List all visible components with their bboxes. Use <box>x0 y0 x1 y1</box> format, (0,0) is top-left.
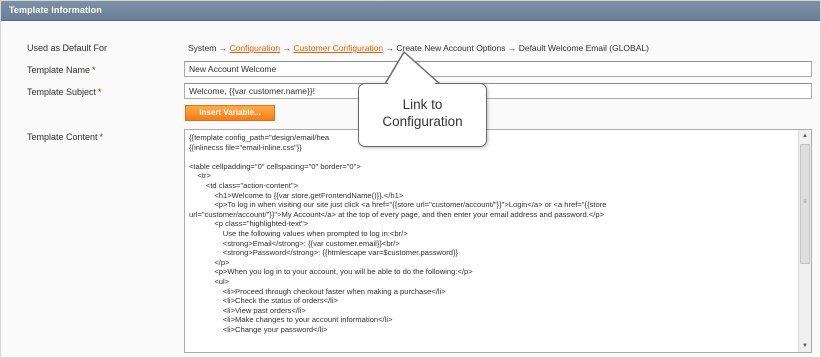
configuration-link[interactable]: Configuration <box>230 43 281 53</box>
insert-variable-button[interactable]: Insert Variable... <box>185 105 275 121</box>
callout-box: Link to Configuration <box>358 83 487 147</box>
template-content-label-text: Template Content <box>27 132 98 142</box>
textarea-scrollbar[interactable]: ▲ ≡ ▼ <box>798 130 811 352</box>
code-line: <li>Check the status of orders</li> <box>189 296 338 306</box>
path-prefix: System → <box>188 43 230 53</box>
template-name-label-text: Template Name <box>27 65 91 75</box>
template-content-textarea[interactable]: {{template config_path="design/email/hea… <box>184 129 812 353</box>
template-information-panel: Template Information Used as Default For… <box>0 0 821 358</box>
code-line: {{template config_path="design/email/hea <box>189 133 330 142</box>
code-line: <p>To log in when visiting our site just… <box>189 200 607 210</box>
customer-configuration-link[interactable]: Customer Configuration <box>293 43 383 53</box>
scroll-down-arrow-icon[interactable]: ▼ <box>799 340 811 352</box>
code-line: <li>Proceed through checkout faster when… <box>189 286 446 296</box>
path-suffix: → Create New Account Options → Default W… <box>383 43 649 53</box>
code-line: url="customer/account/"}}">My Account</a… <box>189 209 605 219</box>
required-mark: * <box>98 87 102 97</box>
code-line: <table cellpadding="0" cellspacing="0" b… <box>189 161 361 171</box>
path-separator: → <box>280 43 294 53</box>
template-name-input[interactable]: New Account Welcome <box>184 61 812 77</box>
template-subject-label: Template Subject * <box>27 87 102 97</box>
code-line: <p>When you log in to your account, you … <box>189 267 473 277</box>
code-line: <strong>Email</strong>: {{var customer.e… <box>189 238 400 248</box>
code-line: <tr> <box>189 171 211 181</box>
required-mark: * <box>99 132 104 142</box>
code-line: Use the following values when prompted t… <box>189 228 408 238</box>
callout-line2: Configuration <box>382 114 463 129</box>
template-subject-label-text: Template Subject <box>27 87 97 97</box>
template-content-code: {{template config_path="design/email/hea… <box>189 133 795 334</box>
default-path: System → Configuration → Customer Config… <box>188 43 649 53</box>
code-line: <strong>Password</strong>: {{htmlescape … <box>189 248 459 258</box>
panel-header: Template Information <box>1 1 820 21</box>
panel-title: Template Information <box>9 5 102 15</box>
required-mark: * <box>92 65 96 75</box>
callout-line1: Link to <box>402 97 443 112</box>
template-content-label: Template Content * <box>27 132 103 142</box>
template-name-label: Template Name * <box>27 65 96 75</box>
code-line: <ul> <box>189 276 230 286</box>
code-line: </p> <box>189 257 230 267</box>
code-line: <p class="highlighted-text"> <box>189 219 309 229</box>
scroll-up-arrow-icon[interactable]: ▲ <box>799 130 811 142</box>
scroll-thumb[interactable]: ≡ <box>800 144 810 264</box>
code-line: <h1>Welcome to {{var store.getFrontendNa… <box>189 190 404 200</box>
grip-icon: ≡ <box>803 199 807 205</box>
callout-text: Link to Configuration <box>359 96 486 130</box>
code-line: <td class="action-content"> <box>189 180 299 190</box>
code-line: {{inlinecss file="email-inline.css"}} <box>189 142 302 152</box>
code-line: <li>Change your password</li> <box>189 324 328 334</box>
code-line: <li>Make changes to your account informa… <box>189 315 393 325</box>
template-subject-input[interactable]: Welcome, {{var customer.name}}! <box>184 83 812 99</box>
used-as-default-label: Used as Default For <box>27 43 108 53</box>
code-line: <li>View past orders</li> <box>189 305 306 315</box>
